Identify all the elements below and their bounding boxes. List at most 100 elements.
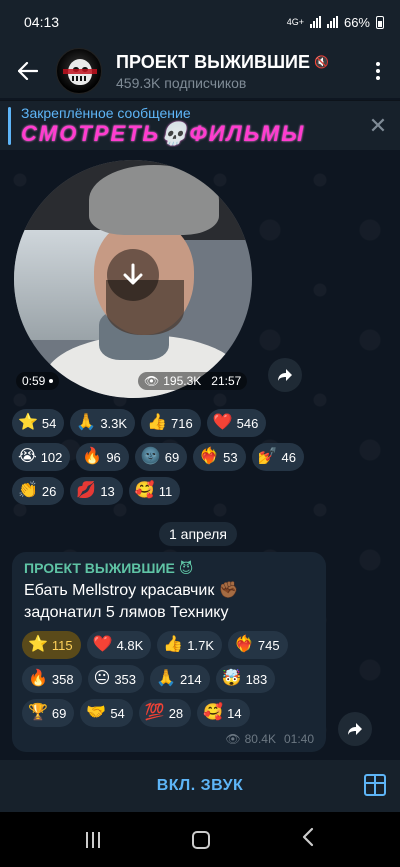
reaction-count: 183 xyxy=(245,671,268,687)
reaction-chip[interactable]: ❤️‍🔥 53 xyxy=(193,443,246,471)
gift-icon[interactable] xyxy=(364,774,386,796)
reaction-emoji: 🤯 xyxy=(221,670,242,687)
reaction-emoji: ⭐ xyxy=(18,414,38,431)
home-icon[interactable] xyxy=(192,830,210,849)
reaction-emoji: 🙏 xyxy=(76,414,97,431)
battery-icon xyxy=(376,15,384,29)
reaction-count: 546 xyxy=(236,415,259,431)
message-reactions: ⭐ 115 ❤️ 4.8K 👍 1.7K ❤️‍🔥 745 🔥 358 😐 353 🙏 214 🤯 183 🏆 6… xyxy=(22,631,322,727)
status-bar: 04:13 4G+ 66% xyxy=(0,0,400,44)
reaction-chip[interactable]: 💯 28 xyxy=(138,699,192,727)
message-author[interactable]: ПРОЕКТ ВЫЖИВШИЕ 😈 xyxy=(24,560,193,577)
pinned-text: СМОТРЕТЬ💀ФИЛЬМЫ xyxy=(21,120,306,146)
reaction-emoji: 👍 xyxy=(163,636,184,653)
unmute-button[interactable]: ВКЛ. ЗВУК xyxy=(157,777,244,795)
reaction-count: 46 xyxy=(281,449,296,465)
reaction-count: 115 xyxy=(51,637,73,653)
reaction-count: 54 xyxy=(110,705,125,721)
video-reactions: ⭐ 54 🙏 3.3K 👍 716 ❤️ 546 😭 102 🔥 96 🌚 69 ❤️‍🔥 53 💅 46 👏 26 💋… xyxy=(12,409,312,505)
reaction-emoji: ❤️‍🔥 xyxy=(199,448,220,465)
reaction-emoji: 👏 xyxy=(18,482,38,499)
reaction-chip[interactable]: 🔥 96 xyxy=(76,443,129,471)
reaction-count: 69 xyxy=(164,449,180,465)
reaction-count: 353 xyxy=(114,671,137,687)
reaction-chip[interactable]: 🌚 69 xyxy=(134,443,188,471)
subscriber-count: 459.3K подписчиков xyxy=(116,74,247,91)
reaction-count: 13 xyxy=(100,483,115,499)
signal-icon-2 xyxy=(326,16,338,28)
reaction-chip[interactable]: ⭐ 54 xyxy=(12,409,65,437)
pinned-message[interactable]: Закреплённое сообщение СМОТРЕТЬ💀ФИЛЬМЫ ✕ xyxy=(0,100,400,150)
reaction-emoji: 🏆 xyxy=(28,704,48,721)
eye-icon: 👁 xyxy=(225,732,241,746)
reaction-emoji: 😭 xyxy=(18,448,37,465)
reaction-chip[interactable]: 💋 13 xyxy=(70,477,123,505)
eye-icon: 👁 xyxy=(144,374,160,388)
reaction-chip[interactable]: 😐 353 xyxy=(87,665,145,693)
reaction-chip[interactable]: 👏 26 xyxy=(12,477,65,505)
more-menu-icon[interactable] xyxy=(356,62,400,80)
channel-header: ПРОЕКТ ВЫЖИВШИЕ 🔇 459.3K подписчиков xyxy=(0,44,400,98)
message-text: Ебать Mellstroy красавчик ✊🏾 задонатил 5… xyxy=(24,582,239,621)
channel-title: ПРОЕКТ ВЫЖИВШИЕ xyxy=(116,51,311,72)
reaction-count: 745 xyxy=(257,637,280,653)
reaction-count: 716 xyxy=(170,415,193,431)
reaction-emoji: ❤️‍🔥 xyxy=(234,636,254,653)
avatar-logo-band xyxy=(63,69,97,74)
signal-icon xyxy=(309,16,321,28)
reaction-emoji: 🔥 xyxy=(28,670,48,687)
share-icon[interactable] xyxy=(338,712,372,746)
reaction-count: 102 xyxy=(40,449,63,465)
share-icon[interactable] xyxy=(268,358,302,392)
reaction-chip[interactable]: ❤️‍🔥 745 xyxy=(228,631,288,659)
reaction-emoji: 🥰 xyxy=(203,704,224,721)
reaction-count: 26 xyxy=(41,483,57,499)
video-views: 195.3K xyxy=(163,374,202,388)
reaction-chip[interactable]: 👍 1.7K xyxy=(157,631,222,659)
reaction-chip[interactable]: 🤝 54 xyxy=(80,699,133,727)
reaction-chip[interactable]: 🥰 11 xyxy=(128,477,181,505)
reaction-chip[interactable]: 🤯 183 xyxy=(215,665,276,693)
reaction-emoji: 😐 xyxy=(93,670,111,687)
reaction-count: 96 xyxy=(106,449,121,465)
reaction-chip[interactable]: 💅 46 xyxy=(251,443,304,471)
battery-percent: 66% xyxy=(343,14,370,30)
reaction-chip[interactable]: 👍 716 xyxy=(141,409,201,437)
close-icon[interactable]: ✕ xyxy=(356,113,400,139)
reaction-count: 3.3K xyxy=(100,415,128,431)
reaction-count: 14 xyxy=(227,705,242,721)
reaction-emoji: 🤝 xyxy=(86,704,107,721)
status-time: 04:13 xyxy=(24,14,60,30)
video-time: 21:57 xyxy=(211,374,242,388)
reaction-chip[interactable]: ❤️ 546 xyxy=(206,409,267,437)
reaction-chip[interactable]: 🥰 14 xyxy=(197,699,250,727)
reaction-chip[interactable]: 🙏 3.3K xyxy=(70,409,136,437)
reaction-chip[interactable]: 🙏 214 xyxy=(150,665,210,693)
recent-apps-icon[interactable] xyxy=(86,831,100,848)
message-time: 01:40 xyxy=(283,732,314,746)
pinned-indicator xyxy=(8,106,11,145)
reaction-chip[interactable]: ⭐ 115 xyxy=(22,631,81,659)
reaction-emoji: 💯 xyxy=(144,704,165,721)
reaction-count: 28 xyxy=(168,705,184,721)
reaction-emoji: 🔥 xyxy=(82,448,103,465)
channel-info[interactable]: ПРОЕКТ ВЫЖИВШИЕ 🔇 459.3K подписчиков xyxy=(116,52,356,91)
channel-avatar[interactable] xyxy=(56,48,102,94)
back-arrow-icon[interactable] xyxy=(0,44,56,98)
reaction-chip[interactable]: 🏆 69 xyxy=(22,699,75,727)
reaction-count: 358 xyxy=(51,671,74,687)
reaction-chip[interactable]: ❤️ 4.8K xyxy=(86,631,152,659)
reaction-count: 69 xyxy=(51,705,67,721)
message-meta: 👁 80.4K 01:40 xyxy=(225,732,314,746)
nav-back-icon[interactable] xyxy=(302,827,314,853)
reaction-count: 54 xyxy=(41,415,57,431)
reaction-emoji: ❤️ xyxy=(212,414,233,431)
reaction-chip[interactable]: 🔥 358 xyxy=(22,665,82,693)
message-views: 80.4K xyxy=(244,732,276,746)
reaction-count: 214 xyxy=(179,671,202,687)
reaction-chip[interactable]: 😭 102 xyxy=(12,443,71,471)
download-icon[interactable] xyxy=(107,249,159,301)
reaction-emoji: 🥰 xyxy=(134,482,155,499)
date-divider: 1 апреля xyxy=(159,522,237,546)
video-duration: 0:59 xyxy=(16,372,60,390)
